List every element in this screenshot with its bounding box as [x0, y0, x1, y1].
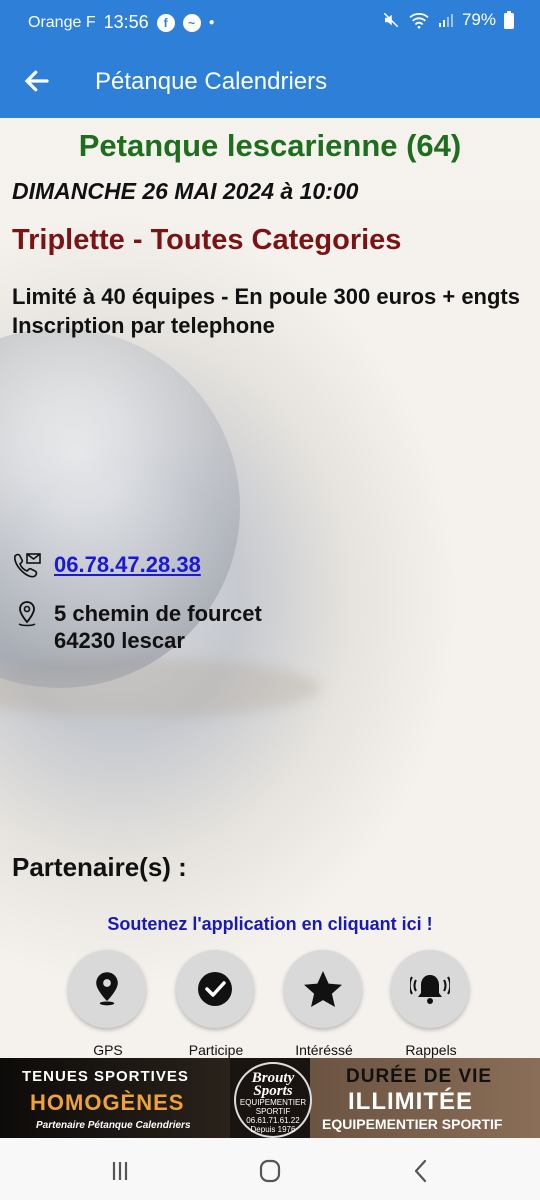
- rappels-label: Rappels: [405, 1042, 457, 1058]
- description-line-1: Limité à 40 équipes - En poule 300 euros…: [12, 284, 520, 309]
- banner-right-line-3: EQUIPEMENTIER SPORTIF: [322, 1116, 503, 1132]
- home-icon[interactable]: [255, 1156, 285, 1186]
- facebook-icon: f: [156, 13, 175, 32]
- description-line-2: Inscription par telephone: [12, 313, 275, 338]
- gps-button[interactable]: GPS: [68, 950, 148, 1058]
- address-line-1: 5 chemin de fourcet: [54, 601, 262, 626]
- star-icon: [304, 971, 342, 1007]
- logo-line-5: Depuis 1976: [250, 1125, 296, 1134]
- phone-link[interactable]: 06.78.47.28.38: [54, 552, 201, 578]
- partner-banner-ad[interactable]: TENUES SPORTIVES HOMOGÈNES Partenaire Pé…: [0, 1058, 540, 1138]
- address: 5 chemin de fourcet 64230 lescar: [54, 600, 262, 654]
- logo-line-2: Sports: [253, 1083, 293, 1099]
- bell-ringing-icon: [410, 975, 450, 1004]
- banner-left-line-2: HOMOGÈNES: [30, 1090, 185, 1115]
- gps-label: GPS: [93, 1042, 123, 1058]
- interesse-button[interactable]: Intéréssé: [284, 950, 364, 1058]
- interesse-label: Intéréssé: [295, 1042, 353, 1058]
- app-bar: Pétanque Calendriers: [0, 44, 540, 118]
- event-type: Triplette - Toutes Categories: [12, 224, 402, 256]
- location-pin-icon: [96, 972, 118, 1006]
- messenger-icon: ~: [182, 13, 201, 32]
- rappels-button-circle[interactable]: [391, 950, 469, 1028]
- phone-contact-icon: [14, 553, 41, 578]
- carrier-name: Orange F: [28, 13, 96, 31]
- recent-apps-icon[interactable]: [105, 1156, 135, 1186]
- banner-left-line-3: Partenaire Pétanque Calendriers: [36, 1120, 191, 1131]
- banner-right-line-2: ILLIMITÉE: [348, 1088, 473, 1115]
- participe-button[interactable]: Participe: [176, 950, 256, 1058]
- app-title: Pétanque Calendriers: [95, 68, 328, 95]
- system-navigation-bar: [0, 1138, 540, 1200]
- more-notifications-dot-icon: ●: [208, 17, 215, 28]
- club-name: Petanque lescarienne (64): [78, 128, 462, 163]
- signal-icon: [438, 14, 453, 27]
- event-description: Limité à 40 équipes - En poule 300 euros…: [12, 282, 522, 340]
- mute-icon: [383, 12, 399, 28]
- rappels-button[interactable]: Rappels: [391, 950, 471, 1058]
- back-arrow-icon[interactable]: [22, 66, 52, 96]
- wifi-icon: [409, 13, 429, 29]
- logo-line-4: 06.61.71.61.22: [246, 1116, 300, 1125]
- logo-line-3: EQUIPEMENTIER SPORTIF: [239, 1098, 307, 1116]
- support-app-link[interactable]: Soutenez l'application en cliquant ici !: [0, 914, 540, 935]
- partners-title: Partenaire(s) :: [12, 852, 187, 882]
- interesse-button-circle[interactable]: [284, 950, 362, 1028]
- location-pin-icon: [18, 601, 36, 627]
- banner-left-line-1: TENUES SPORTIVES: [22, 1068, 189, 1085]
- event-details: Petanque lescarienne (64) DIMANCHE 26 MA…: [0, 118, 540, 1058]
- banner-right-line-1: DURÉE DE VIE: [346, 1066, 493, 1087]
- status-bar: Orange F 13:56 f ~ ● 79%: [0, 0, 540, 44]
- clock: 13:56: [103, 12, 149, 32]
- event-date: DIMANCHE 26 MAI 2024 à 10:00: [12, 178, 359, 204]
- check-circle-icon: [198, 972, 232, 1006]
- gps-button-circle[interactable]: [68, 950, 146, 1028]
- battery-icon: [504, 11, 514, 29]
- address-row: 5 chemin de fourcet 64230 lescar: [16, 600, 262, 654]
- battery-level: 79%: [461, 10, 496, 29]
- brouty-sports-logo: Brouty Sports EQUIPEMENTIER SPORTIF 06.6…: [234, 1062, 312, 1138]
- back-nav-icon[interactable]: [406, 1156, 436, 1186]
- address-line-2: 64230 lescar: [54, 628, 185, 653]
- participe-button-circle[interactable]: [176, 950, 254, 1028]
- participe-label: Participe: [188, 1042, 244, 1058]
- phone-row: 06.78.47.28.38: [12, 552, 201, 578]
